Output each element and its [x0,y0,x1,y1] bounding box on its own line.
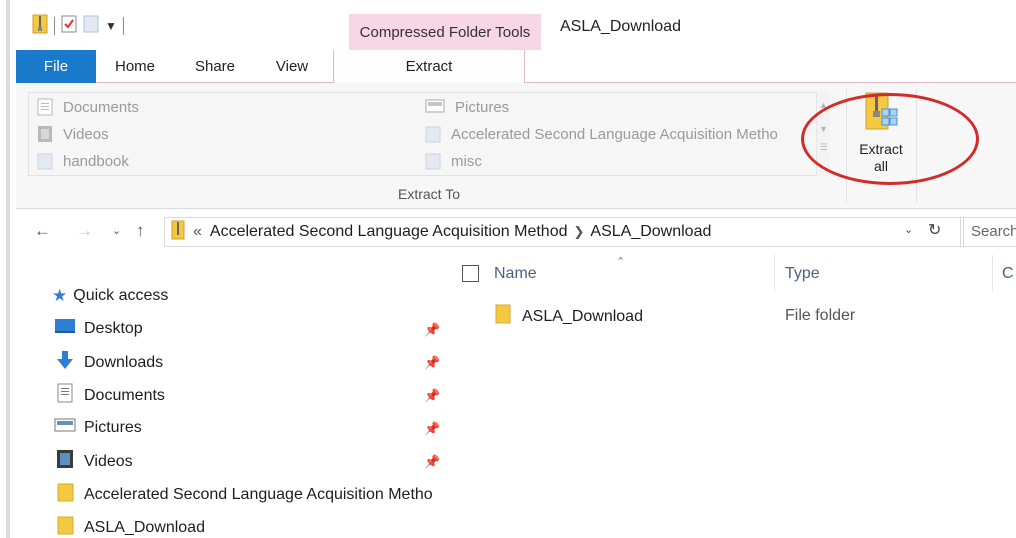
address-dropdown-icon[interactable]: ⌄ [904,223,913,236]
address-bar[interactable]: « Accelerated Second Language Acquisitio… [164,217,964,247]
recent-locations-icon[interactable]: ⌄ [112,224,121,237]
properties-icon[interactable] [61,15,77,37]
nav-item-desktop[interactable]: Desktop [54,317,143,340]
tab-file[interactable]: File [16,50,96,83]
extract-all-label-1: Extract [859,141,903,157]
pin-icon[interactable]: 📌 [424,454,440,470]
nav-item-accelerated-folder[interactable]: Accelerated Second Language Acquisition … [54,482,433,507]
up-arrow-icon[interactable]: ↑ [136,221,145,241]
extract-to-misc[interactable]: misc [425,152,482,170]
extract-to-documents[interactable]: Documents [37,98,139,116]
file-type: File folder [785,307,856,324]
sort-ascending-icon: ⌃ [616,256,626,268]
back-arrow-icon[interactable]: ← [34,221,51,241]
folder-icon [54,482,76,507]
extract-to-accelerated-folder[interactable]: Accelerated Second Language Acquisition … [425,125,778,143]
ribbon-tab-row: File Home Share View Extract [16,50,1016,84]
extract-all-button[interactable]: Extract all [851,91,911,181]
extract-to-group-label: Extract To [398,186,460,202]
scroll-down-icon[interactable]: ▼ [817,124,830,134]
nav-item-asla-download[interactable]: ASLA_Download [54,515,205,538]
breadcrumb-asla-download[interactable]: ASLA_Download [590,223,711,241]
refresh-icon[interactable]: ↻ [928,220,941,240]
extract-to-gallery: Documents Videos handbook Pictures Accel… [28,92,818,176]
folder-icon [494,303,512,330]
tab-home[interactable]: Home [104,50,166,83]
nav-item-pictures[interactable]: Pictures [54,416,142,439]
title-bar: ▼ Compressed Folder Tools ASLA_Download [16,0,1016,50]
gallery-scrollbar[interactable]: ▲ ▼ ☰ [816,92,830,176]
column-separator[interactable] [774,255,775,291]
extract-all-icon [864,91,898,137]
address-overflow[interactable]: « [193,223,202,241]
documents-icon [54,383,76,408]
column-header-type[interactable]: Type [785,265,820,283]
folder-icon [54,515,76,538]
search-box[interactable]: Search [960,217,1016,247]
videos-icon [37,125,53,143]
extract-to-pictures[interactable]: Pictures [425,98,509,116]
forward-arrow-icon[interactable]: → [76,221,93,241]
file-row[interactable]: ASLA_Download [494,303,643,330]
tab-share[interactable]: Share [184,50,246,83]
breadcrumb-chevron-icon[interactable]: ❯ [574,224,585,240]
quick-access-item[interactable]: ★ Quick access [52,286,168,306]
ribbon-panel: Documents Videos handbook Pictures Accel… [16,83,1016,209]
extract-all-label-2: all [873,158,888,174]
pin-icon[interactable]: 📌 [424,355,440,371]
pictures-icon [54,416,76,439]
file-list: ⌃ Name Type C ASLA_Download File folder [446,255,1016,538]
quick-access-toolbar: ▼ [32,14,124,38]
group-separator-2 [916,89,917,203]
select-all-checkbox[interactable] [462,265,479,282]
pictures-icon [425,98,445,116]
scroll-up-icon[interactable]: ▲ [817,100,830,110]
group-separator [846,89,847,203]
customize-qat-icon[interactable]: ▼ [105,19,117,33]
breadcrumb-accelerated[interactable]: Accelerated Second Language Acquisition … [210,223,568,241]
window-left-edge [6,0,10,538]
qat-separator [54,17,55,35]
qat-separator-2 [122,17,124,35]
documents-icon [37,98,53,116]
download-arrow-icon [54,350,76,375]
navigation-pane: ★ Quick access Desktop 📌 Downloads 📌 Doc… [16,255,446,538]
column-separator[interactable] [992,255,993,291]
pin-icon[interactable]: 📌 [424,322,440,338]
zip-folder-icon [171,220,185,245]
videos-icon [54,449,76,474]
folder-icon [425,125,441,143]
compressed-folder-tools-tab[interactable]: Compressed Folder Tools [349,14,541,50]
tab-extract[interactable]: Extract [333,50,525,84]
gallery-expand-icon[interactable]: ☰ [817,142,830,153]
extract-to-videos[interactable]: Videos [37,125,109,143]
window-title: ASLA_Download [560,18,681,35]
nav-item-videos[interactable]: Videos [54,449,133,474]
column-header-name[interactable]: Name [494,265,537,283]
column-header-compressed-size[interactable]: C [1002,265,1014,283]
nav-item-documents[interactable]: Documents [54,383,165,408]
desktop-icon [54,317,76,340]
nav-item-downloads[interactable]: Downloads [54,350,163,375]
folder-icon [425,152,441,170]
new-folder-icon[interactable] [83,15,99,37]
folder-icon [37,152,53,170]
navigation-bar: ← → ⌄ ↑ « Accelerated Second Language Ac… [16,209,1016,255]
pin-icon[interactable]: 📌 [424,388,440,404]
extract-to-handbook[interactable]: handbook [37,152,129,170]
pin-icon[interactable]: 📌 [424,421,440,437]
star-icon: ★ [52,286,68,305]
tab-view[interactable]: View [262,50,322,83]
zip-folder-icon[interactable] [32,14,48,38]
file-name: ASLA_Download [522,307,643,325]
